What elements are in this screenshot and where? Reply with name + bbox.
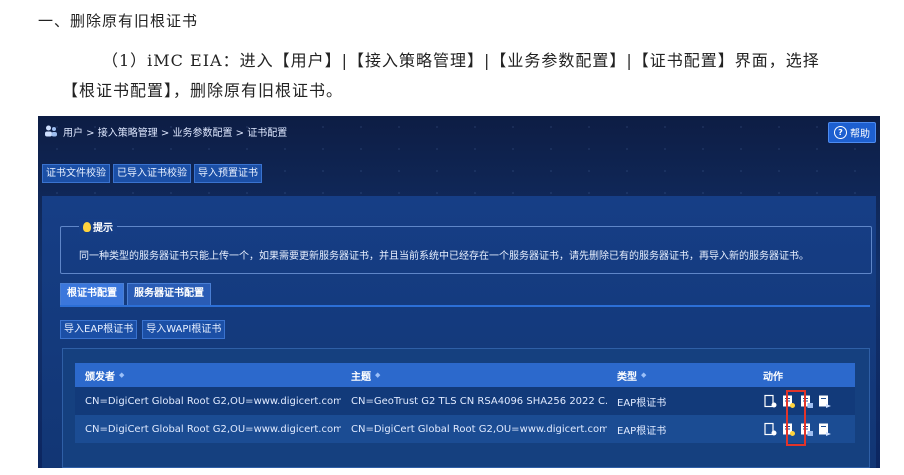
help-button[interactable]: ? 帮助 (828, 122, 876, 143)
tip-text: 同一种类型的服务器证书只能上传一个，如果需要更新服务器证书，并且当前系统中已经存… (79, 251, 809, 262)
doc-heading: 一、删除原有旧根证书 (38, 12, 199, 30)
column-header-label: 动作 (763, 371, 783, 383)
sort-icon: ◆ (375, 371, 381, 379)
cell-issuer: CN=DigiCert Global Root G2,OU=www.digice… (85, 395, 341, 407)
column-header-type[interactable]: 类型 ◆ (607, 368, 753, 383)
export-cert-icon[interactable] (817, 394, 832, 409)
top-actions: 证书文件校验 已导入证书校验 导入预置证书 (42, 164, 262, 183)
sort-icon: ◆ (119, 371, 125, 379)
tab-server-cert-config[interactable]: 服务器证书配置 (127, 283, 211, 305)
view-cert-icon[interactable] (763, 394, 778, 409)
column-header-label: 主题 (351, 371, 371, 383)
doc-paragraph: （1）iMC EIA：进入【用户】|【接入策略管理】|【业务参数配置】|【证书配… (62, 51, 820, 100)
column-header-label: 类型 (617, 371, 637, 383)
tip-box: 提示 同一种类型的服务器证书只能上传一个，如果需要更新服务器证书，并且当前系统中… (60, 219, 872, 274)
tip-title-text: 提示 (93, 223, 113, 234)
sub-actions: 导入EAP根证书 导入WAPI根证书 (60, 320, 226, 339)
view-cert-icon[interactable] (763, 422, 778, 437)
cell-subject: CN=GeoTrust G2 TLS CN RSA4096 SHA256 202… (351, 395, 607, 407)
table-header: 颁发者 ◆ 主题 ◆ 类型 ◆ 动作 (75, 363, 855, 387)
tip-title: 提示 (79, 219, 117, 234)
tab-root-cert-config[interactable]: 根证书配置 (60, 283, 124, 305)
column-header-label: 颁发者 (85, 371, 115, 383)
users-icon (45, 125, 57, 137)
column-header-issuer[interactable]: 颁发者 ◆ (75, 368, 341, 383)
content-area: 提示 同一种类型的服务器证书只能上传一个，如果需要更新服务器证书，并且当前系统中… (42, 196, 876, 468)
cell-issuer: CN=DigiCert Global Root G2,OU=www.digice… (85, 423, 341, 435)
sort-icon: ◆ (641, 371, 647, 379)
column-header-actions: 动作 (753, 368, 855, 383)
lightbulb-icon (83, 221, 91, 232)
breadcrumb[interactable]: 用户 > 接入策略管理 > 业务参数配置 > 证书配置 (63, 124, 287, 139)
export-cert-icon[interactable] (817, 422, 832, 437)
breadcrumb-bar: 用户 > 接入策略管理 > 业务参数配置 > 证书配置 (38, 116, 880, 146)
import-wapi-root-cert-button[interactable]: 导入WAPI根证书 (142, 320, 226, 339)
delete-action-highlight (786, 390, 806, 446)
cell-type: EAP根证书 (617, 397, 667, 409)
imported-cert-verify-button[interactable]: 已导入证书校验 (113, 164, 191, 183)
help-label: 帮助 (850, 129, 870, 140)
tab-row: 根证书配置 服务器证书配置 (60, 283, 870, 307)
cell-type: EAP根证书 (617, 425, 667, 437)
import-eap-root-cert-button[interactable]: 导入EAP根证书 (60, 320, 138, 339)
table-row[interactable]: CN=DigiCert Global Root G2,OU=www.digice… (75, 415, 855, 443)
cert-file-verify-button[interactable]: 证书文件校验 (42, 164, 110, 183)
column-header-subject[interactable]: 主题 ◆ (341, 368, 607, 383)
cert-table: 颁发者 ◆ 主题 ◆ 类型 ◆ 动作 CN=DigiCert Global Ro… (62, 348, 870, 468)
import-preset-cert-button[interactable]: 导入预置证书 (194, 164, 262, 183)
cell-subject: CN=DigiCert Global Root G2,OU=www.digice… (351, 423, 607, 435)
table-row[interactable]: CN=DigiCert Global Root G2,OU=www.digice… (75, 387, 855, 415)
imc-screenshot: 用户 > 接入策略管理 > 业务参数配置 > 证书配置 ? 帮助 证书文件校验 … (38, 116, 880, 468)
help-icon: ? (834, 126, 847, 139)
